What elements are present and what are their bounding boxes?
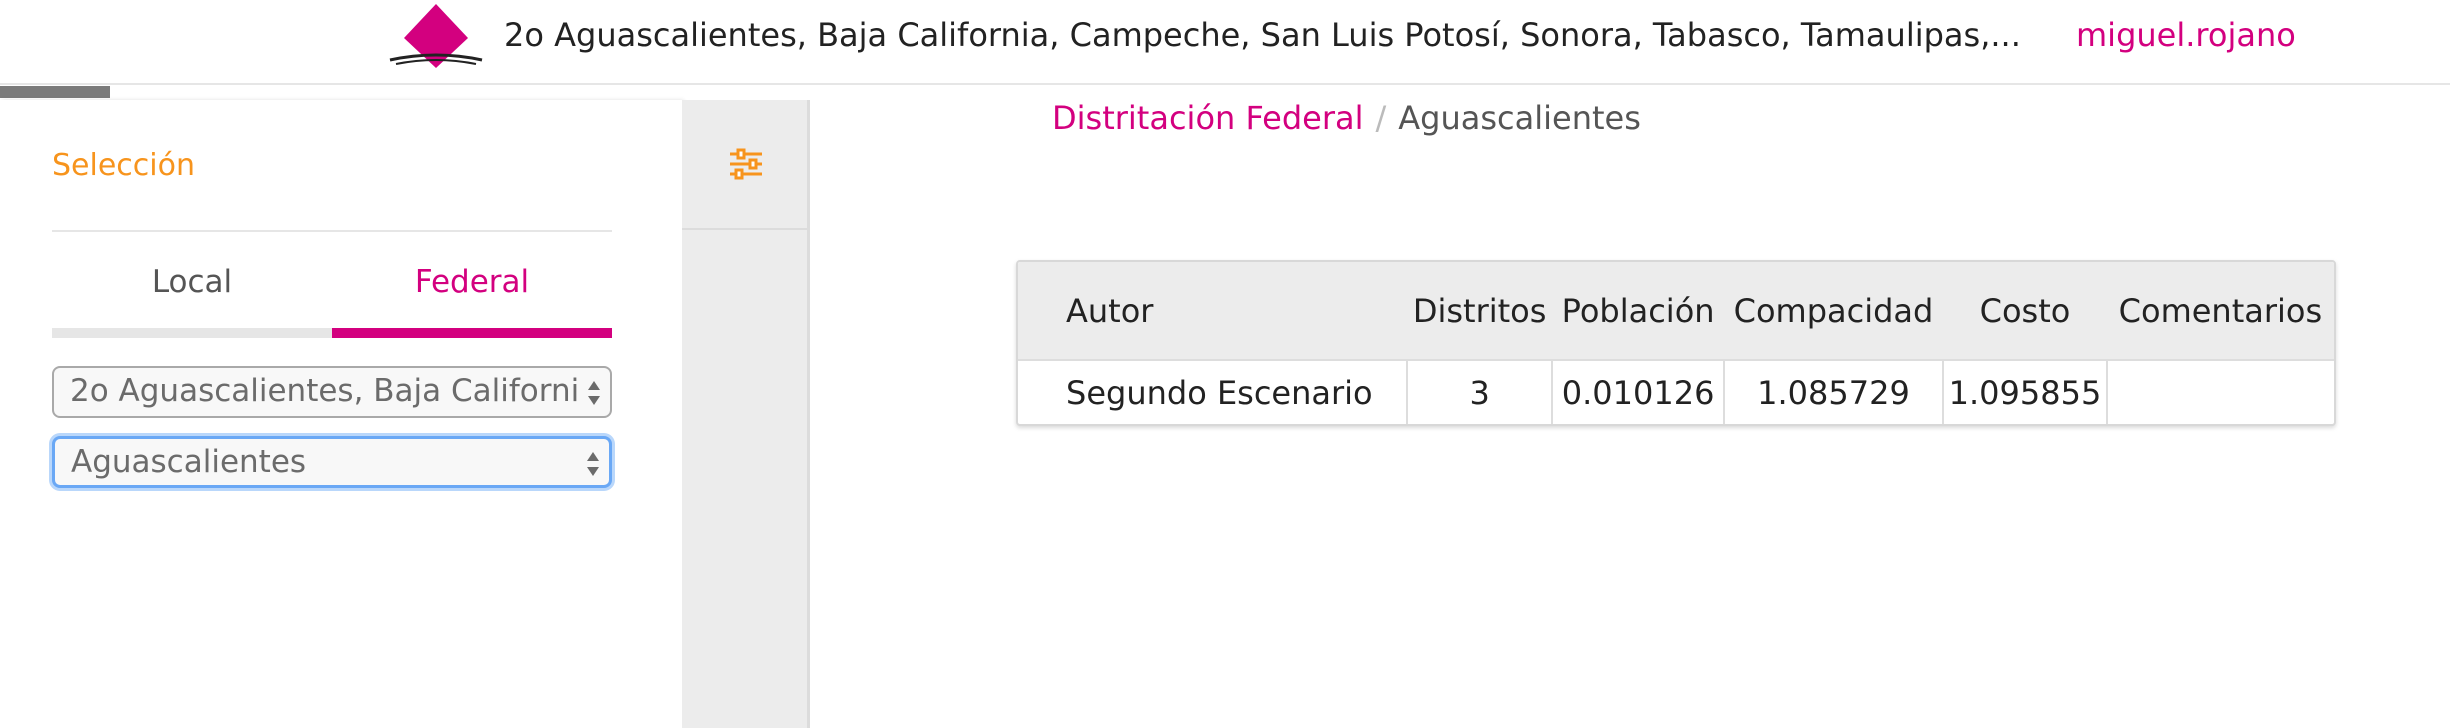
breadcrumb-current: Aguascalientes (1398, 99, 1641, 137)
scenario-select[interactable]: 2o Aguascalientes, Baja California, Camp… (52, 366, 612, 418)
table-header-row: Autor Distritos Población Compacidad Cos… (1018, 262, 2334, 360)
top-header: 2o Aguascalientes, Baja California, Camp… (0, 0, 2450, 85)
cell-comentarios (2105, 359, 2334, 424)
column-header-compacidad[interactable]: Compacidad (1723, 262, 1944, 360)
cell-compacidad: 1.085729 (1722, 359, 1944, 424)
panel-divider (52, 230, 612, 232)
breadcrumb-federal-link[interactable]: Distritación Federal (1052, 99, 1363, 137)
column-header-costo[interactable]: Costo (1943, 262, 2107, 360)
progress-fill (0, 86, 111, 98)
user-menu-link[interactable]: miguel.rojano (2076, 15, 2296, 55)
state-select-value: Aguascalientes (71, 444, 307, 480)
scenario-title: 2o Aguascalientes, Baja California, Camp… (504, 16, 2021, 54)
select-arrows-icon (586, 376, 602, 408)
column-header-comentarios[interactable]: Comentarios (2106, 262, 2334, 360)
tab-local-indicator (52, 328, 332, 338)
sliders-icon (730, 148, 762, 180)
cell-costo: 1.095855 (1942, 359, 2107, 424)
ballot-box-logo-icon[interactable] (386, 2, 486, 72)
cell-distritos: 3 (1405, 359, 1553, 424)
tab-federal[interactable]: Federal (332, 258, 612, 338)
tab-local[interactable]: Local (52, 258, 332, 338)
scenario-select-value: 2o Aguascalientes, Baja California, Camp… (70, 373, 580, 409)
scenarios-table: Autor Distritos Población Compacidad Cos… (1016, 260, 2336, 426)
column-header-autor[interactable]: Autor (1018, 262, 1407, 360)
state-select[interactable]: Aguascalientes (52, 436, 612, 488)
breadcrumb-separator: / (1375, 99, 1387, 137)
select-arrows-icon (585, 447, 601, 479)
column-header-distritos[interactable]: Distritos (1406, 262, 1553, 360)
column-header-poblacion[interactable]: Población (1552, 262, 1724, 360)
tab-federal-indicator (332, 328, 612, 338)
selection-title: Selección (52, 148, 195, 183)
cell-poblacion: 0.010126 (1551, 359, 1724, 424)
breadcrumb: Distritación Federal / Aguascalientes (1052, 98, 1641, 138)
filter-divider (682, 228, 810, 230)
cell-autor[interactable]: Segundo Escenario (1018, 359, 1407, 424)
filter-toggle-button[interactable] (682, 100, 810, 228)
loading-progress-bar (0, 86, 2450, 98)
table-row[interactable]: Segundo Escenario 3 0.010126 1.085729 1.… (1018, 359, 2334, 424)
